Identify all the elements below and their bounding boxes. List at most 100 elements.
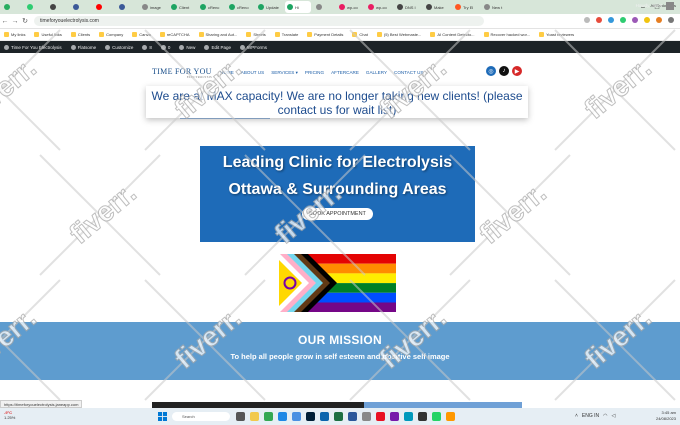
browser-tab[interactable]: Try El	[453, 1, 479, 13]
wp-admin-item[interactable]: Edit Page	[204, 44, 231, 50]
edge-icon[interactable]	[278, 412, 287, 421]
browser-tab[interactable]	[94, 1, 114, 13]
bookmark-item[interactable]: Chat	[352, 32, 368, 37]
wp-admin-item[interactable]: 8	[142, 44, 152, 50]
nav-item[interactable]: PRICING	[305, 70, 324, 76]
terminal-icon[interactable]	[418, 412, 427, 421]
bookmark-item[interactable]: Yoast reviewers	[539, 32, 574, 37]
bookmark-item[interactable]: Clients	[70, 32, 90, 37]
bookmark-item[interactable]: Sharing and Aut...	[198, 32, 237, 37]
wp-admin-item[interactable]: Customize	[105, 44, 133, 50]
tab-label: Hi	[295, 4, 299, 10]
bookmark-item[interactable]: (5) Best Webmaste...	[376, 32, 421, 37]
site-logo[interactable]: TIME FOR YOU ELECTROLYSIS	[152, 67, 212, 79]
tiktok-icon[interactable]: ♪	[499, 66, 509, 76]
wp-admin-item[interactable]: 0	[160, 44, 170, 50]
bookmark-item[interactable]: Company	[99, 32, 123, 37]
extension-icon[interactable]	[644, 17, 650, 23]
browser-tab[interactable]: Client	[169, 1, 195, 13]
bookmark-item[interactable]: Payment Details	[307, 32, 343, 37]
file-explorer-icon[interactable]	[250, 412, 259, 421]
browser-tab[interactable]: New t	[482, 1, 508, 13]
store-icon[interactable]	[292, 412, 301, 421]
browser-tab[interactable]: wp-co	[366, 1, 392, 13]
avatar[interactable]	[666, 2, 674, 10]
folder-icon	[246, 32, 252, 37]
weather-widget[interactable]: -9°C 1.25%	[4, 410, 15, 420]
wp-admin-item[interactable]: Time For You Electrolysis	[4, 44, 62, 50]
browser-tab[interactable]	[71, 1, 91, 13]
nav-item[interactable]: ABOUT US	[241, 70, 264, 76]
tray-language[interactable]: ENG IN	[582, 413, 599, 419]
weather-text: 1.25%	[4, 415, 16, 420]
nav-item[interactable]: GALLERY	[366, 70, 387, 76]
photos-icon[interactable]	[404, 412, 413, 421]
bookmark-item[interactable]: AI Content Detecto...	[430, 32, 475, 37]
folder-icon	[376, 32, 382, 37]
youtube-icon[interactable]: ▶	[512, 66, 522, 76]
profile-avatar[interactable]	[656, 17, 662, 23]
book-appointment-button[interactable]: BOOK APPOINTMENT	[302, 208, 373, 220]
wp-admin-item[interactable]: New	[179, 44, 195, 50]
taskbar-search-input[interactable]: Search	[172, 412, 230, 421]
chrome-icon[interactable]	[264, 412, 273, 421]
extension-icon[interactable]	[620, 17, 626, 23]
star-icon[interactable]	[584, 17, 590, 23]
settings-icon[interactable]	[362, 412, 371, 421]
bookmark-label: reCAPTCHA	[166, 32, 190, 37]
onenote-icon[interactable]	[390, 412, 399, 421]
bookmark-item[interactable]: Canva	[132, 32, 151, 37]
browser-tab[interactable]	[48, 1, 68, 13]
wp-admin-item[interactable]: WPForms	[239, 44, 267, 50]
chevron-up-icon[interactable]: ˄	[575, 413, 578, 419]
windows-start-icon[interactable]	[158, 412, 167, 421]
opera-icon[interactable]	[376, 412, 385, 421]
extension-icon[interactable]	[608, 17, 614, 23]
url-input[interactable]: timeforyouelectrolysis.com	[34, 16, 484, 26]
photoshop-icon[interactable]	[306, 412, 315, 421]
bookmark-label: Company	[106, 32, 124, 37]
browser-tab[interactable]: Update	[256, 1, 282, 13]
bookmark-item[interactable]: Sheets	[246, 32, 266, 37]
extension-icon[interactable]	[596, 17, 602, 23]
browser-tab[interactable]	[314, 1, 334, 13]
mail-icon[interactable]	[320, 412, 329, 421]
reload-icon[interactable]: ↻	[20, 17, 30, 25]
nav-item[interactable]: AFTERCARE	[331, 70, 359, 76]
browser-tab[interactable]: Hi	[285, 1, 311, 13]
bookmark-item[interactable]: Translate	[274, 32, 298, 37]
wifi-icon[interactable]: ◠	[603, 413, 607, 419]
back-icon[interactable]: ←	[0, 18, 10, 25]
clock-date: 24/08/2023	[655, 416, 676, 421]
nav-item[interactable]: SERVICES ▾	[271, 70, 298, 76]
browser-tab[interactable]: cReno	[227, 1, 253, 13]
browser-tab[interactable]: image	[140, 1, 166, 13]
instagram-icon[interactable]: ◎	[486, 66, 496, 76]
bookmark-item[interactable]: My links	[4, 32, 25, 37]
menu-icon[interactable]	[668, 17, 674, 23]
forward-icon[interactable]: →	[10, 18, 20, 25]
wp-admin-item[interactable]: Flatsome	[70, 44, 96, 50]
clock[interactable]: 3:45 am 24/08/2023	[656, 410, 676, 422]
browser-tab[interactable]: wp-co	[337, 1, 363, 13]
volume-icon[interactable]: ◁	[612, 413, 616, 419]
excel-icon[interactable]	[334, 412, 343, 421]
whatsapp-icon[interactable]	[432, 412, 441, 421]
nav-item[interactable]: CONTACT US	[394, 70, 423, 76]
browser-tab[interactable]	[117, 1, 137, 13]
word-icon[interactable]	[348, 412, 357, 421]
nav-item[interactable]: HOME	[220, 70, 234, 76]
browser-tab[interactable]: DNS I	[395, 1, 421, 13]
wp-admin-icon	[105, 44, 111, 50]
browser-tab[interactable]	[25, 1, 45, 13]
task-view-icon[interactable]	[236, 412, 245, 421]
browser-tab[interactable]: cRenc	[198, 1, 224, 13]
extension-icon[interactable]	[632, 17, 638, 23]
bookmark-item[interactable]: reCAPTCHA	[159, 32, 190, 37]
browser-tab[interactable]: Make	[424, 1, 450, 13]
bookmark-item[interactable]: Recover hacked wor...	[483, 32, 530, 37]
bookmark-item[interactable]: Useful links	[34, 32, 62, 37]
howdy-user[interactable]: Howdy, Juliet	[636, 3, 662, 8]
browser-tab[interactable]	[2, 1, 22, 13]
app-icon[interactable]	[446, 412, 455, 421]
